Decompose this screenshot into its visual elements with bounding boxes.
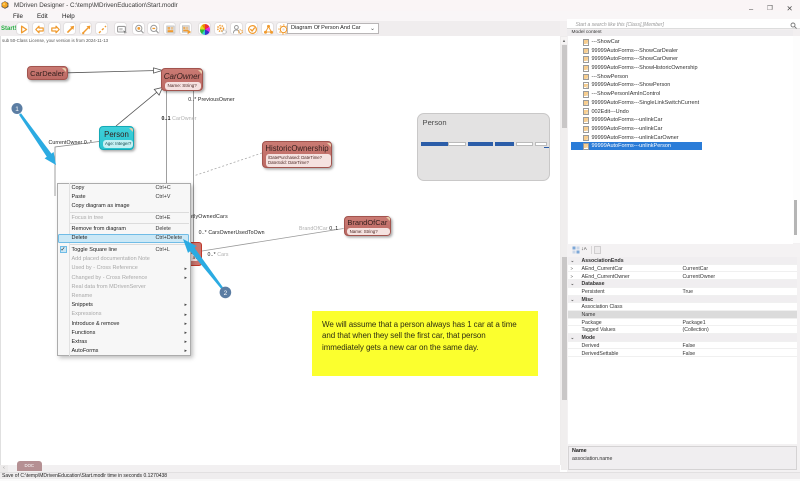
svg-text:1: 1 bbox=[15, 106, 19, 113]
svg-text:2: 2 bbox=[224, 290, 228, 297]
